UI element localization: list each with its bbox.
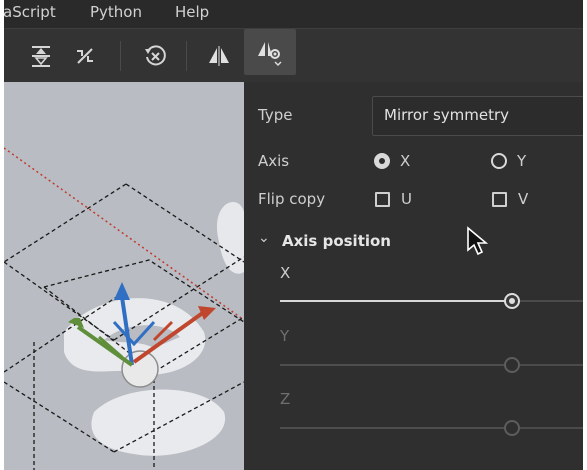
app-window: aScript Python Help Type Mirror symmetry… xyxy=(4,0,583,470)
slider-x-knob[interactable] xyxy=(504,293,520,309)
slider-y-label: Y xyxy=(280,327,290,345)
slider-y xyxy=(280,355,583,375)
menu-python[interactable]: Python xyxy=(90,3,142,21)
symmetry-icon[interactable] xyxy=(200,37,238,75)
toolbar xyxy=(4,28,583,83)
flip-u-label: U xyxy=(401,190,412,208)
flip-v-checkbox[interactable] xyxy=(492,192,507,207)
viewport-scene xyxy=(4,147,244,470)
flip-v-label: V xyxy=(518,190,529,208)
3d-viewport[interactable] xyxy=(4,82,244,470)
chevron-down-icon[interactable]: ⌄ xyxy=(258,230,270,246)
reset-transform-icon[interactable] xyxy=(136,37,174,75)
axis-position-section-title[interactable]: Axis position xyxy=(282,232,391,250)
symmetry-type-select[interactable]: Mirror symmetry xyxy=(372,96,583,136)
mouse-cursor-icon xyxy=(467,226,488,256)
slider-y-knob xyxy=(504,357,520,373)
slider-z-knob xyxy=(504,420,520,436)
toolbar-separator xyxy=(186,41,187,71)
slider-x-label: X xyxy=(280,264,291,282)
snap-off-icon[interactable] xyxy=(66,37,104,75)
background-shape xyxy=(216,202,244,274)
toolbar-separator xyxy=(120,41,121,71)
symmetry-type-value: Mirror symmetry xyxy=(384,106,510,124)
slider-z xyxy=(280,418,583,438)
symmetry-properties-panel: Type Mirror symmetry Axis X Y Flip copy … xyxy=(244,82,583,470)
axis-y-label: Y xyxy=(517,152,527,170)
axis-x-radio[interactable] xyxy=(374,153,390,169)
axis-y-radio[interactable] xyxy=(491,153,507,169)
toolbar-edge-icon[interactable] xyxy=(4,37,10,75)
symmetry-settings-button[interactable] xyxy=(244,29,296,75)
menu-help[interactable]: Help xyxy=(175,3,209,21)
menu-bar: aScript Python Help xyxy=(4,0,583,28)
slider-x[interactable] xyxy=(280,291,583,311)
axis-label: Axis xyxy=(258,152,290,170)
axis-x-label: X xyxy=(400,152,411,170)
symmetry-settings-icon xyxy=(258,42,282,66)
align-center-icon[interactable] xyxy=(22,37,60,75)
flip-copy-label: Flip copy xyxy=(258,190,326,208)
menu-javascript[interactable]: aScript xyxy=(4,3,56,21)
type-label: Type xyxy=(258,106,293,124)
flip-u-checkbox[interactable] xyxy=(375,192,390,207)
mesh-shape-lower xyxy=(91,389,226,456)
slider-z-label: Z xyxy=(280,390,291,408)
